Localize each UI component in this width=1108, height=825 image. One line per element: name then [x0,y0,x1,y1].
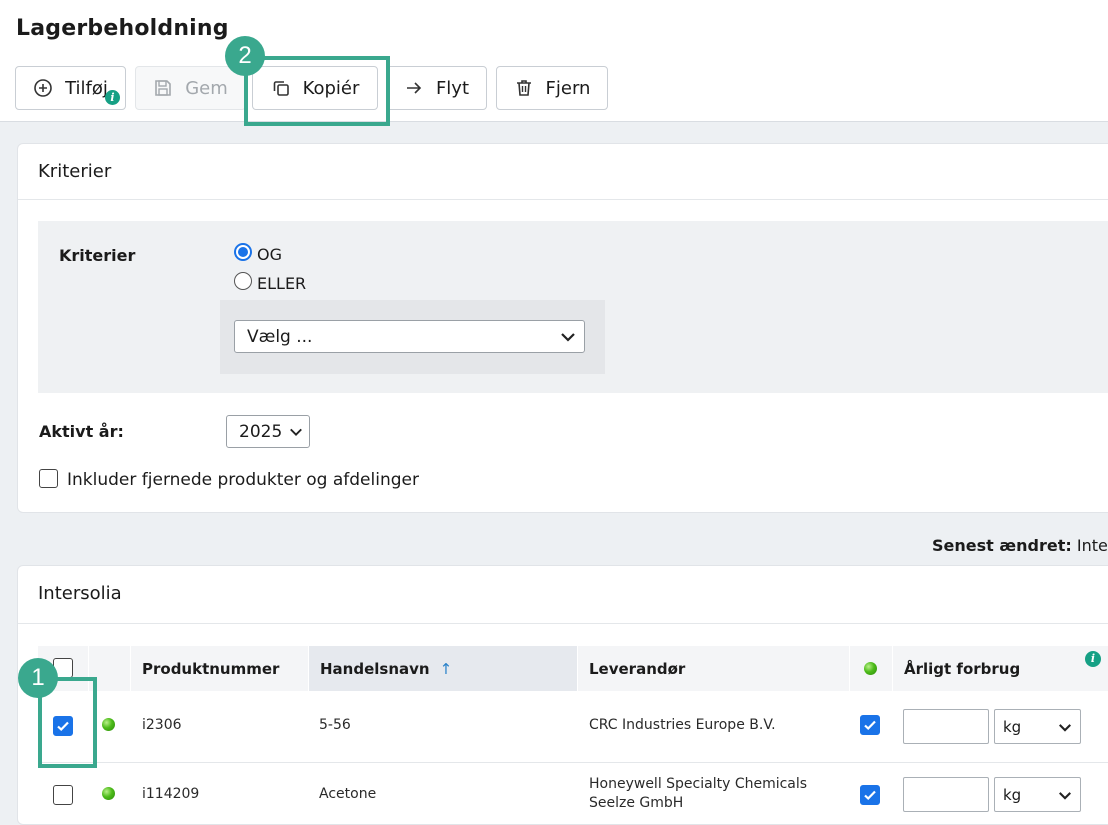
table-card-header: Intersolia [38,583,122,604]
supplier-cell: CRC Industries Europe B.V. [589,717,776,733]
annual-usage-input[interactable] [903,777,989,812]
card-divider [18,623,1108,624]
annual-usage-input[interactable] [903,709,989,744]
callout-number-2: 2 [225,36,265,76]
sort-arrow-up-icon: ↑ [439,659,453,678]
callout-number-1: 1 [18,658,58,698]
status-dot-icon [102,787,115,800]
include-removed-checkbox[interactable] [39,469,58,488]
column-header-trade-name[interactable]: Handelsnavn ↑ [309,646,577,691]
add-button-label: Tilføj [65,77,108,99]
active-column-header [850,646,892,691]
radio-and[interactable] [234,243,252,261]
unit-select[interactable]: kg [994,709,1081,744]
status-dot-icon [864,662,877,675]
active-year-value: 2025 [239,421,283,442]
last-changed-label: Senest ændret: [932,536,1072,555]
criteria-select-panel: Vælg ... [220,300,605,374]
row-divider [38,762,1108,763]
radio-and-label: OG [257,245,282,264]
trade-name-header-label: Handelsnavn [320,659,430,678]
plus-circle-icon [34,79,52,97]
info-icon[interactable]: i [1085,651,1101,667]
column-header-supplier[interactable]: Leverandør [578,646,849,691]
column-header-annual-usage[interactable]: Årligt forbrug [893,646,1108,691]
top-bar: Lagerbeholdning Tilføj i Gem Kopiér Flyt… [0,0,1108,122]
checkmark-icon [864,790,876,801]
unit-select-value: kg [1003,785,1022,804]
trash-icon [516,80,531,96]
status-dot-icon [102,718,115,731]
criteria-card: Kriterier Kriterier OG ELLER Vælg ... Ak… [17,143,1108,513]
include-removed-label: Inkluder fjernede produkter og afdelinge… [67,470,419,490]
trade-name-cell[interactable]: 5-56 [319,717,351,733]
criteria-select-value: Vælg ... [247,326,313,347]
checkmark-icon [864,720,876,731]
unit-select[interactable]: kg [994,777,1081,812]
active-year-label: Aktivt år: [39,422,124,441]
radio-or-label: ELLER [257,274,307,293]
chevron-down-icon [561,332,575,342]
trade-name-cell[interactable]: Acetone [319,786,376,802]
column-header-product-number[interactable]: Produktnummer [131,646,308,691]
remove-button[interactable]: Fjern [496,66,608,110]
move-button[interactable]: Flyt [386,66,487,110]
active-checkbox[interactable] [860,715,880,735]
chevron-down-icon [1059,724,1071,732]
save-button-label: Gem [185,77,228,99]
arrow-right-icon [406,82,422,94]
product-number-cell: i2306 [142,717,182,733]
last-changed-value: Inters [1076,536,1108,555]
move-button-label: Flyt [435,77,470,99]
card-divider [18,199,1108,200]
row-checkbox[interactable] [53,785,73,805]
save-button[interactable]: Gem [135,66,246,110]
criteria-label: Kriterier [59,246,136,265]
chevron-down-icon [290,428,302,436]
criteria-panel: Kriterier OG ELLER Vælg ... [38,221,1108,393]
remove-button-label: Fjern [545,77,591,99]
active-year-select[interactable]: 2025 [226,415,310,448]
supplier-cell-line2: Seelze GmbH [589,795,684,811]
active-checkbox[interactable] [860,785,880,805]
save-icon [155,80,172,96]
unit-select-value: kg [1003,717,1022,736]
criteria-card-header: Kriterier [38,161,112,182]
annual-usage-header-label: Årligt forbrug [904,659,1021,678]
criteria-select[interactable]: Vælg ... [234,320,585,353]
product-number-cell: i114209 [142,786,200,802]
supplier-cell-line1: Honeywell Specialty Chemicals [589,776,808,792]
page-title: Lagerbeholdning [16,16,229,41]
callout-highlight-copy [244,56,390,126]
chevron-down-icon [1059,792,1071,800]
radio-or[interactable] [234,272,252,290]
info-icon[interactable]: i [105,90,120,105]
last-changed: Senest ændret: Inters [932,536,1108,555]
